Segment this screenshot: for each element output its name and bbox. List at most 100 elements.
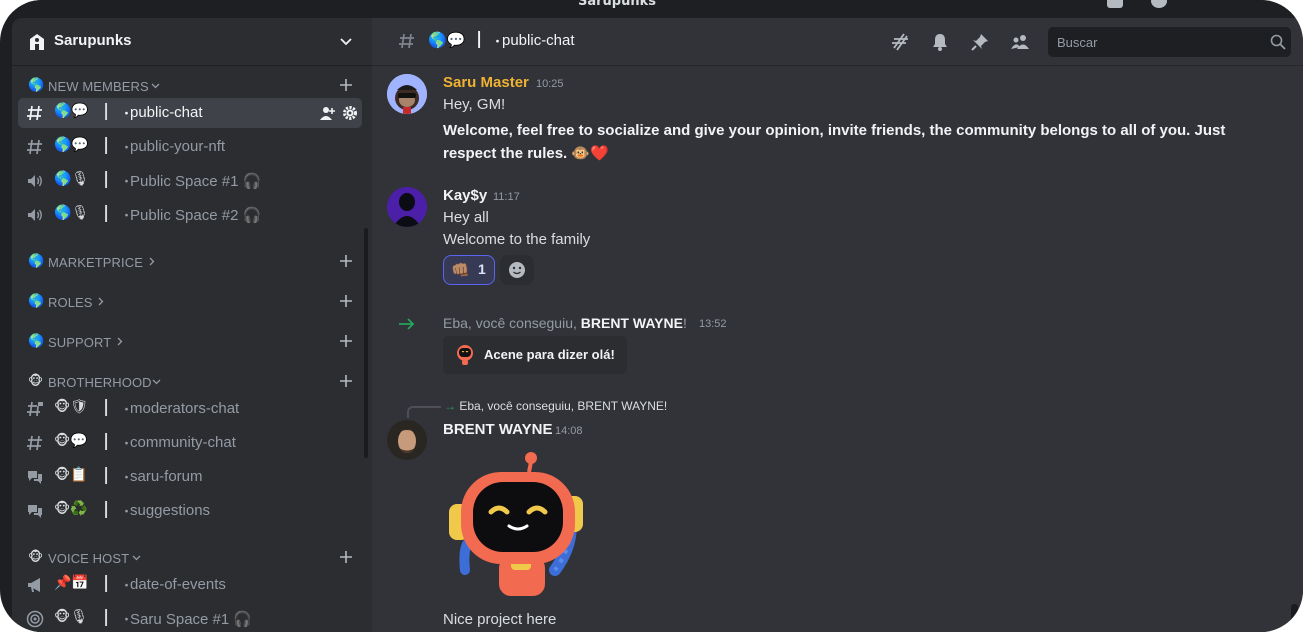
channel-emojis: 🌎🎙 [54, 171, 90, 187]
category-emoji: 🐵 [28, 374, 44, 389]
category-label: ROLES [48, 295, 93, 310]
message-author[interactable]: Kay$y [443, 187, 487, 204]
avatar[interactable] [387, 187, 427, 227]
channel-emojis: 🐵📋 [54, 467, 88, 483]
category-emoji: 🌎 [28, 78, 45, 93]
category-label: BROTHERHOOD [48, 375, 152, 390]
invite-members-icon[interactable] [320, 107, 335, 120]
saru-monkey-avatar-image [387, 74, 427, 114]
wave-button-label: Acene para dizer olá! [484, 347, 615, 362]
channel-emojis: 🐵🎙 [54, 609, 88, 625]
category-roles[interactable]: 🌎 ROLES [12, 292, 372, 312]
channel-moderators-chat[interactable]: 🐵🛡 | ・ moderators-chat [18, 394, 362, 424]
add-channel-icon[interactable] [339, 294, 353, 308]
search-box[interactable] [1048, 27, 1291, 57]
window-title: Sarupunks [578, 0, 656, 9]
avatar[interactable] [387, 74, 427, 114]
channel-tools [320, 106, 357, 120]
chevron-down-icon [151, 83, 160, 89]
reply-preview[interactable]: → Eba, você conseguiu, BRENT WAYNE! [444, 399, 667, 413]
add-channel-icon[interactable] [339, 550, 353, 564]
chevron-right-icon [117, 337, 123, 346]
channel-separator: | [103, 607, 110, 627]
message-timestamp: 11:17 [493, 191, 520, 203]
category-label: SUPPORT [48, 335, 112, 350]
category-label: VOICE HOST [48, 551, 130, 566]
channel-saru-forum[interactable]: 🐵📋 | ・ saru-forum [18, 462, 362, 492]
reaction-fist-bump[interactable]: 👊🏽 1 [443, 255, 495, 285]
channel-emojis: 🐵💬 [54, 433, 88, 449]
channel-public-your-nft[interactable]: 🌎💬 | ・ public-your-nft [18, 132, 362, 162]
category-support[interactable]: 🌎 SUPPORT [12, 332, 372, 352]
reply-connector [407, 406, 441, 418]
server-header[interactable]: Sarupunks [12, 18, 372, 66]
robot-wave-sticker[interactable] [443, 452, 593, 602]
channel-suggestions[interactable]: 🐵♻️ | ・ suggestions [18, 496, 362, 526]
sidebar-scrollbar[interactable] [364, 228, 368, 458]
category-marketprice[interactable]: 🌎 MARKETPRICE [12, 252, 372, 272]
message-text: Welcome, feel free to socialize and give… [443, 122, 1226, 139]
wave-to-say-hi-button[interactable]: Acene para dizer olá! [443, 336, 627, 374]
channel-date-of-events[interactable]: 📌📅 | ・ date-of-events [18, 570, 362, 600]
message-author[interactable]: BRENT WAYNE [443, 421, 552, 438]
channel-separator: | [103, 169, 110, 189]
robot-wave-sticker-icon [457, 345, 473, 365]
silhouette-avatar-image [387, 187, 427, 227]
join-message-suffix: ! [682, 315, 687, 331]
help-icon[interactable] [1151, 0, 1167, 8]
channel-public-space-2[interactable]: 🌎🎙 | ・ Public Space #2 🎧 [18, 200, 362, 230]
category-emoji: 🐵 [28, 550, 44, 565]
add-reaction-button[interactable] [500, 255, 534, 285]
discord-window: Sarupunks Sarupunks 🌎 NEW MEMBERS 🌎💬 | ・… [0, 0, 1303, 632]
category-emoji: 🌎 [28, 254, 45, 269]
channel-name: Saru Space #1 🎧 [130, 611, 253, 628]
category-emoji: 🌎 [28, 294, 45, 309]
bell-icon[interactable] [930, 32, 950, 52]
add-channel-icon[interactable] [339, 334, 353, 348]
join-message-name[interactable]: BRENT WAYNE [581, 315, 683, 331]
inbox-icon[interactable] [1107, 0, 1123, 8]
header-separator: | [476, 29, 483, 49]
category-voice-host[interactable]: 🐵 VOICE HOST [12, 548, 372, 568]
join-message: Eba, você conseguiu, BRENT WAYNE! [443, 315, 687, 331]
channel-separator: | [103, 431, 110, 451]
gear-icon[interactable] [343, 106, 357, 120]
add-channel-icon[interactable] [339, 374, 353, 388]
channel-header: 🌎💬 | ・ public-chat [372, 18, 1303, 66]
stage-channel-icon [26, 610, 44, 628]
category-brotherhood[interactable]: 🐵 BROTHERHOOD [12, 372, 372, 392]
channel-separator: | [103, 499, 110, 519]
message-list-scrollbar[interactable] [1291, 604, 1298, 632]
channel-name: saru-forum [130, 468, 203, 485]
message-timestamp: 13:52 [699, 318, 727, 330]
add-channel-icon[interactable] [339, 78, 353, 92]
locked-hash-icon [27, 401, 43, 417]
server-name: Sarupunks [54, 32, 132, 49]
channel-public-space-1[interactable]: 🌎🎙 | ・ Public Space #1 🎧 [18, 166, 362, 196]
channel-emojis: 📌📅 [54, 575, 89, 591]
channel-public-chat[interactable]: 🌎💬 | ・ public-chat [18, 98, 362, 128]
member-list-icon[interactable] [1010, 32, 1030, 52]
text-channel-hash-icon [27, 435, 42, 451]
channel-emojis: 🌎💬 [54, 103, 89, 119]
reply-preview-text: Eba, você conseguiu, BRENT WAYNE! [459, 399, 668, 413]
message-text: respect the rules. 🐵❤️ [443, 145, 609, 162]
header-channel-name: public-chat [502, 32, 575, 49]
add-channel-icon[interactable] [339, 254, 353, 268]
threads-icon[interactable] [890, 32, 910, 52]
chat-area: 🌎💬 | ・ public-chat Buscar Saru Master 10… [372, 18, 1303, 632]
message-author[interactable]: Saru Master [443, 74, 529, 91]
channel-name: date-of-events [130, 576, 226, 593]
channel-separator: | [103, 203, 110, 223]
search-icon [1270, 34, 1286, 50]
channel-separator: | [103, 135, 110, 155]
pin-icon[interactable] [970, 32, 990, 52]
category-new-members[interactable]: 🌎 NEW MEMBERS [12, 76, 372, 96]
channel-emojis: 🌎💬 [54, 137, 89, 153]
channel-saru-space-1[interactable]: 🐵🎙 | ・ Saru Space #1 🎧 [18, 604, 362, 632]
search-input[interactable] [1048, 27, 1263, 57]
channel-community-chat[interactable]: 🐵💬 | ・ community-chat [18, 428, 362, 458]
avatar[interactable] [387, 420, 427, 460]
chevron-down-icon[interactable] [338, 33, 354, 49]
channel-name: public-chat [130, 104, 203, 121]
